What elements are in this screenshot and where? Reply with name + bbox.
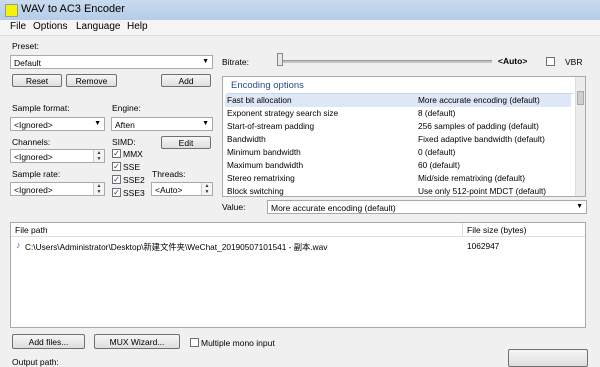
multiple-mono-label: Multiple mono input (201, 338, 275, 348)
option-row[interactable]: Maximum bandwidth 60 (default) (225, 159, 571, 172)
chevron-down-icon: ▼ (576, 203, 583, 210)
sample-format-label: Sample format: (12, 103, 70, 113)
engine-value: Aften (115, 120, 135, 130)
bitrate-slider-handle[interactable] (277, 53, 283, 66)
column-file-path[interactable]: File path (11, 223, 463, 237)
threads-label: Threads: (152, 169, 186, 179)
table-row[interactable]: ♪ C:\Users\Administrator\Desktop\新建文件夹\W… (11, 239, 585, 252)
option-row[interactable]: Start-of-stream padding 256 samples of p… (225, 120, 571, 133)
file-size-cell: 1062947 (467, 241, 500, 251)
menu-bar: File Options Language Help (0, 20, 600, 36)
preset-select[interactable]: Default ▼ (10, 55, 213, 69)
menu-help[interactable]: Help (127, 21, 148, 32)
channels-label: Channels: (12, 137, 51, 147)
window-title: WAV to AC3 Encoder (21, 3, 125, 15)
channels-spinbox[interactable]: <Ignored> ▲ ▼ (10, 149, 105, 163)
vbr-checkbox[interactable] (546, 57, 555, 66)
sample-rate-label: Sample rate: (12, 169, 61, 179)
sse3-label: SSE3 (123, 188, 145, 198)
engine-label: Engine: (112, 103, 141, 113)
vbr-label: VBR (565, 57, 583, 67)
encoding-options-header: Encoding options (227, 80, 573, 94)
edit-button[interactable]: Edit (161, 136, 211, 149)
mmx-checkbox[interactable]: ✓ (112, 149, 121, 158)
option-row[interactable]: Stereo rematrixing Mid/side rematrixing … (225, 172, 571, 185)
chevron-down-icon: ▼ (202, 58, 209, 65)
menu-file[interactable]: File (10, 21, 26, 32)
sse-checkbox[interactable]: ✓ (112, 162, 121, 171)
value-select[interactable]: More accurate encoding (default) ▼ (267, 200, 587, 214)
sse3-checkbox[interactable]: ✓ (112, 188, 121, 197)
threads-value: <Auto> (155, 185, 183, 195)
remove-button[interactable]: Remove (66, 74, 117, 87)
option-row[interactable]: Fast bit allocation More accurate encodi… (225, 94, 571, 107)
value-label: Value: (222, 202, 246, 212)
option-row[interactable]: Block switching Use only 512-point MDCT … (225, 185, 571, 196)
preset-value: Default (14, 58, 41, 68)
engine-select[interactable]: Aften ▼ (111, 117, 213, 131)
sse2-label: SSE2 (123, 175, 145, 185)
title-bar: WAV to AC3 Encoder (0, 0, 600, 21)
sse2-checkbox[interactable]: ✓ (112, 175, 121, 184)
sample-rate-value: <Ignored> (14, 185, 53, 195)
simd-label: SIMD: (112, 137, 136, 147)
option-row[interactable]: Minimum bandwidth 0 (default) (225, 146, 571, 159)
chevron-down-icon: ▼ (202, 120, 209, 127)
mmx-label: MMX (123, 149, 143, 159)
spin-arrows-icon[interactable]: ▲ ▼ (93, 183, 104, 195)
sample-format-select[interactable]: <Ignored> ▼ (10, 117, 105, 131)
file-path-cell: C:\Users\Administrator\Desktop\新建文件夹\WeC… (25, 242, 328, 252)
preset-label: Preset: (12, 41, 39, 51)
mux-wizard-button[interactable]: MUX Wizard... (94, 334, 180, 349)
sample-rate-spinbox[interactable]: <Ignored> ▲ ▼ (10, 182, 105, 196)
add-files-button[interactable]: Add files... (12, 334, 85, 349)
options-scrollbar[interactable] (575, 77, 585, 196)
value-selected: More accurate encoding (default) (271, 203, 396, 213)
add-preset-button[interactable]: Add (161, 74, 211, 87)
multiple-mono-checkbox[interactable] (190, 338, 199, 347)
app-icon (5, 4, 18, 17)
output-path-label: Output path: (12, 357, 59, 367)
encode-button[interactable] (508, 349, 588, 367)
reset-button[interactable]: Reset (12, 74, 62, 87)
sse-label: SSE (123, 162, 141, 172)
option-row[interactable]: Bandwidth Fixed adaptive bandwidth (defa… (225, 133, 571, 146)
menu-language[interactable]: Language (76, 21, 121, 32)
bitrate-value: <Auto> (498, 56, 528, 66)
audio-file-icon: ♪ (16, 240, 21, 250)
menu-options[interactable]: Options (33, 21, 67, 32)
bitrate-slider-track[interactable] (277, 60, 492, 63)
sample-format-value: <Ignored> (14, 120, 53, 130)
column-file-size[interactable]: File size (bytes) (463, 223, 585, 237)
option-row[interactable]: Exponent strategy search size 8 (default… (225, 107, 571, 120)
spin-arrows-icon[interactable]: ▲ ▼ (201, 183, 212, 195)
files-list: File path File size (bytes) ♪ C:\Users\A… (10, 222, 586, 328)
channels-value: <Ignored> (14, 152, 53, 162)
chevron-down-icon: ▼ (94, 120, 101, 127)
encoding-options-panel: Encoding options Fast bit allocation Mor… (222, 76, 586, 197)
threads-spinbox[interactable]: <Auto> ▲ ▼ (151, 182, 213, 196)
bitrate-label: Bitrate: (222, 57, 249, 67)
scroll-thumb[interactable] (577, 91, 584, 105)
spin-arrows-icon[interactable]: ▲ ▼ (93, 150, 104, 162)
